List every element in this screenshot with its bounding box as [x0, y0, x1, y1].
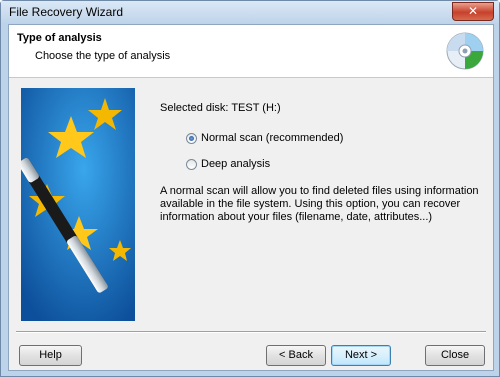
deep-analysis-radio[interactable]: [186, 158, 197, 170]
magic-wand-illustration: [21, 88, 135, 321]
selected-disk-label: Selected disk: TEST (H:): [160, 102, 281, 114]
close-icon: ✕: [467, 4, 479, 18]
scan-description: A normal scan will allow you to find del…: [160, 185, 479, 223]
close-button[interactable]: Close: [425, 345, 485, 366]
disk-icon: [446, 32, 484, 70]
back-button[interactable]: < Back: [266, 345, 326, 366]
normal-scan-option[interactable]: Normal scan (recommended): [186, 132, 343, 144]
wizard-client-area: Type of analysis Choose the type of anal…: [8, 24, 494, 371]
window-close-button[interactable]: ✕: [452, 2, 494, 21]
deep-analysis-label[interactable]: Deep analysis: [201, 158, 270, 170]
window-title: File Recovery Wizard: [9, 5, 124, 19]
wizard-header: Type of analysis Choose the type of anal…: [9, 25, 493, 78]
help-button[interactable]: Help: [19, 345, 82, 366]
normal-scan-radio[interactable]: [186, 132, 197, 144]
normal-scan-label[interactable]: Normal scan (recommended): [201, 132, 343, 144]
title-bar[interactable]: File Recovery Wizard ✕: [1, 1, 499, 23]
deep-analysis-option[interactable]: Deep analysis: [186, 158, 270, 170]
next-button[interactable]: Next >: [331, 345, 391, 366]
page-title: Type of analysis: [17, 32, 102, 44]
wizard-window: File Recovery Wizard ✕ Type of analysis …: [0, 0, 500, 377]
footer-separator: [16, 331, 486, 333]
page-subtitle: Choose the type of analysis: [35, 50, 171, 62]
